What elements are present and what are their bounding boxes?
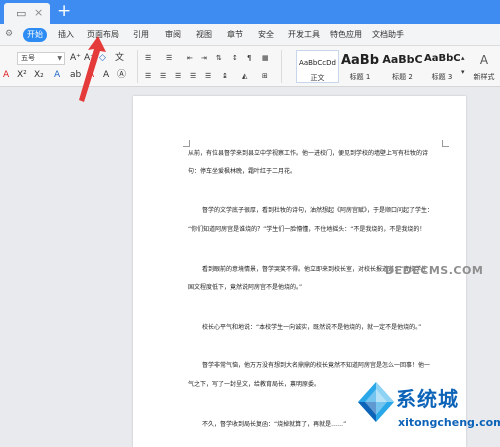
paragraph-line: “你们知道阿房宫是谁烧的？”学生们一脸懵懂，不住地摇头：“不是我烧的，不是我烧的…: [188, 226, 426, 233]
dedecms-watermark: DEDECMS.COM: [385, 264, 484, 277]
char-border-icon[interactable]: Ⓐ: [117, 69, 126, 81]
shading-icon[interactable]: ◭: [242, 70, 247, 82]
margin-corner-mark: [442, 140, 449, 147]
increase-indent-icon[interactable]: ⇥: [201, 52, 207, 64]
paragraph-line: 不久，督学收到局长复函：“烧掉就算了，再就是……”: [202, 421, 347, 428]
ribbon-divider: [137, 50, 138, 83]
bullet-list-icon[interactable]: ☰: [145, 52, 151, 64]
justify-icon[interactable]: ☰: [190, 70, 196, 82]
style-preview: AaBb: [340, 53, 380, 68]
new-style-button[interactable]: A 新样式: [469, 50, 499, 83]
distribute-icon[interactable]: ☰: [205, 70, 211, 82]
align-center-icon[interactable]: ☰: [160, 70, 166, 82]
paragraph-line: 督学非常气恼，他万万没有想到大名鼎鼎的校长竟然不知道阿房宫是怎么一回事！他一: [202, 362, 431, 369]
line-spacing-icon[interactable]: ↨: [222, 70, 228, 82]
new-style-icon: A: [479, 53, 489, 67]
style-label: 标题 1: [349, 73, 371, 81]
menu-start-button[interactable]: 开始: [23, 28, 47, 42]
font-size-small-icon[interactable]: X²: [17, 69, 27, 81]
font-size-value: 五号: [21, 54, 35, 62]
diamond-logo-icon: [358, 382, 394, 422]
style-heading-2[interactable]: AaBbC 标题 2: [381, 50, 424, 83]
menu-developer-tools[interactable]: 开发工具: [288, 29, 320, 40]
font-size-select[interactable]: 五号 ▼: [17, 52, 65, 65]
window-tab-bar: ▭ × +: [0, 0, 500, 24]
style-preview: AaBbC: [424, 53, 461, 64]
margin-corner-mark: [183, 140, 190, 147]
paragraph-line: 校长心平气和地说：“本校学生一向诚实，既然说不是他烧的，就一定不是他烧的。”: [202, 324, 422, 331]
settings-icon[interactable]: ⚙: [5, 29, 13, 39]
menu-view[interactable]: 视图: [196, 29, 212, 40]
superscript-icon[interactable]: X₂: [34, 69, 44, 81]
style-heading-3[interactable]: AaBbC 标题 3: [424, 50, 461, 83]
styles-scroll-icon[interactable]: ▴: [461, 52, 465, 64]
workspace-left: [0, 88, 132, 447]
paragraph-line: 督学的文学底子很厚，看到杜牧的诗句，油然想起《阿房宫赋》，于是顺口问起了学生：: [202, 207, 434, 214]
styles-more-icon[interactable]: ▾: [461, 66, 465, 78]
align-left-icon[interactable]: ☰: [145, 70, 151, 82]
new-tab-button[interactable]: +: [57, 2, 71, 20]
menu-chapter[interactable]: 章节: [227, 29, 243, 40]
show-marks-icon[interactable]: ¶: [247, 52, 251, 64]
style-preview: AaBbC: [382, 53, 423, 66]
decrease-indent-icon[interactable]: ⇤: [187, 52, 193, 64]
paragraph-line: 句：停车坐爱枫林晚，霜叶红于二月花。: [188, 168, 297, 175]
red-arrow-annotation: [79, 36, 106, 102]
style-label: 标题 2: [392, 73, 413, 81]
watermark-url: xitongcheng.com: [398, 416, 500, 429]
borders-icon[interactable]: ⊞: [262, 70, 268, 82]
paragraph-line: 从前，有位县督学来到县立中学视察工作。他一进校门，便见到学校的墙壁上写有杜牧的诗: [188, 150, 429, 157]
watermark-title: 系统城: [396, 387, 459, 411]
menu-references[interactable]: 引用: [133, 29, 149, 40]
text-fill-icon[interactable]: A: [54, 69, 60, 81]
new-style-label: 新样式: [473, 73, 495, 81]
style-preview: AaBbCcDd: [299, 59, 336, 67]
style-heading-1[interactable]: AaBb 标题 1: [339, 50, 381, 83]
numbered-list-icon[interactable]: ☰: [166, 52, 172, 64]
close-icon[interactable]: ×: [34, 6, 43, 19]
sort-icon[interactable]: ↕: [232, 52, 238, 64]
text-effect-icon[interactable]: A: [3, 69, 9, 81]
site-watermark: 系统城 xitongcheng.com: [350, 376, 500, 447]
style-label: 标题 3: [431, 73, 453, 81]
menu-insert[interactable]: 插入: [58, 29, 74, 40]
style-normal[interactable]: AaBbCcDd 正文: [296, 50, 339, 83]
chinese-layout-icon[interactable]: ⇅: [216, 52, 222, 64]
style-label: 正文: [310, 74, 325, 82]
align-right-icon[interactable]: ☰: [175, 70, 181, 82]
menu-document-assistant[interactable]: 文档助手: [372, 29, 404, 40]
phonetic-guide-icon[interactable]: 文: [115, 52, 124, 64]
document-icon: ▭: [16, 7, 27, 20]
menu-special-apps[interactable]: 特色应用: [330, 29, 362, 40]
table-icon[interactable]: ▦: [262, 52, 269, 64]
arrow-shape: [79, 36, 106, 102]
paragraph-line: 气之下，写了一封呈文，给教育局长，禀明原委。: [188, 381, 321, 388]
chevron-down-icon: ▼: [57, 55, 62, 62]
ribbon-divider: [281, 50, 282, 83]
paragraph-line: 国文程度低下，竟然说阿房宫不是他烧的。”: [188, 284, 303, 291]
document-tab[interactable]: ▭ ×: [4, 3, 50, 24]
menu-security[interactable]: 安全: [258, 29, 274, 40]
menu-review[interactable]: 审阅: [165, 29, 181, 40]
